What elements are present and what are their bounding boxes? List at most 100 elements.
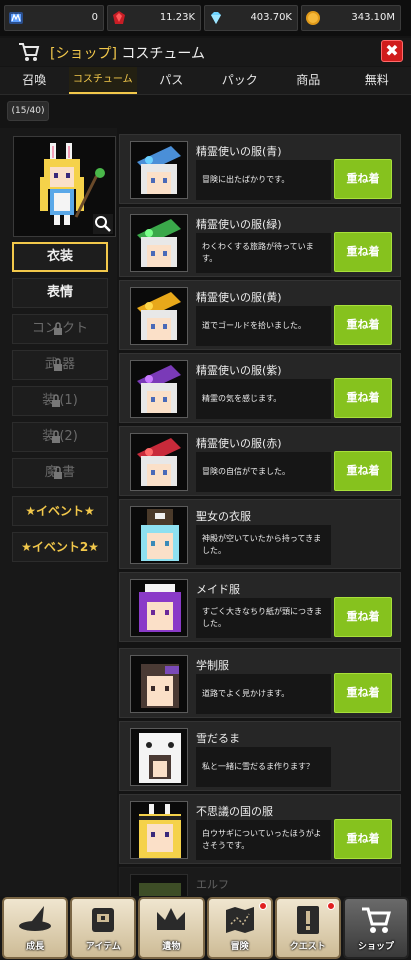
shop-tabs: 召喚 コスチューム パス パック 商品 無料 xyxy=(0,67,411,95)
costume-name: 精霊使いの服(黄) xyxy=(196,291,282,304)
wear-button[interactable]: 重ね着 xyxy=(334,597,392,637)
character-preview xyxy=(13,136,116,237)
wear-button[interactable]: 重ね着 xyxy=(334,451,392,491)
nav-relic[interactable]: 遺物 xyxy=(138,897,205,959)
lock-icon xyxy=(52,430,60,443)
page-title: [ショップ] コスチューム xyxy=(50,43,205,63)
crown-icon xyxy=(157,908,186,930)
costume-name: メイド服 xyxy=(196,583,240,596)
costume-item: 学制服 道路でよく見かけます。 重ね着 xyxy=(119,648,401,718)
diamond-value: 403.70K xyxy=(250,12,292,23)
tab-summon[interactable]: 召喚 xyxy=(0,67,69,94)
nav-shop-label: ショップ xyxy=(357,942,394,952)
ruby-icon xyxy=(113,11,125,24)
resource-ruby: 11.23K xyxy=(107,5,201,31)
costume-name: 不思議の国の服 xyxy=(196,805,273,818)
costume-description-text: 冒険の自信がでました。 xyxy=(202,467,290,476)
page-title-text: コスチューム xyxy=(121,46,205,62)
close-button[interactable]: ✖ xyxy=(381,40,403,62)
costume-item: 精霊使いの服(青) 冒険に出たばかりです。 重ね着 xyxy=(119,134,401,204)
costume-thumbnail xyxy=(130,360,188,418)
costume-name: 精霊使いの服(青) xyxy=(196,145,282,158)
wear-button[interactable]: 重ね着 xyxy=(334,232,392,272)
category-sidebar: 衣装 表情 コン クト 武 器 装 (1) 装 (2) 魔 書 ★イベント★ ★… xyxy=(0,128,117,896)
costume-item: 精霊使いの服(紫) 精霊の気を感じます。 重ね着 xyxy=(119,353,401,423)
costume-item: 雪だるま 私と一緒に雪だるま作ります？ xyxy=(119,721,401,791)
nav-shop[interactable]: ショップ xyxy=(342,897,410,959)
wear-button[interactable]: 重ね着 xyxy=(334,819,392,859)
nav-relic-label: 遺物 xyxy=(162,942,181,952)
nav-growth[interactable]: 成長 xyxy=(2,897,69,959)
wear-button[interactable]: 重ね着 xyxy=(334,673,392,713)
page-title-bracket: [ショップ] xyxy=(50,46,117,62)
category-expression[interactable]: 表情 xyxy=(12,278,108,308)
blue-gem-icon xyxy=(9,12,23,24)
costume-description: 道路でよく見かけます。 xyxy=(196,674,331,714)
hat-icon xyxy=(19,906,52,931)
costume-name: 学制服 xyxy=(196,659,229,672)
costume-item: 精霊使いの服(黄) 道でゴールドを拾いました。 重ね着 xyxy=(119,280,401,350)
tab-pass[interactable]: パス xyxy=(137,67,206,94)
costume-counter: (15/40) xyxy=(7,101,49,121)
costume-description-text: 冒険に出たばかりです。 xyxy=(202,175,290,184)
category-event2[interactable]: ★イベント2★ xyxy=(12,532,108,562)
tab-free[interactable]: 無料 xyxy=(343,67,411,94)
costume-thumbnail xyxy=(130,214,188,272)
exclamation-icon xyxy=(296,906,319,934)
nav-quest[interactable]: クエスト xyxy=(274,897,341,959)
resource-diamond: 403.70K xyxy=(204,5,298,31)
nav-item[interactable]: アイテム xyxy=(70,897,137,959)
magnifier-icon xyxy=(95,216,111,232)
nav-adventure[interactable]: 冒険 xyxy=(206,897,273,959)
costume-item: 精霊使いの服(緑) わくわくする旅路が待っています。 重ね着 xyxy=(119,207,401,277)
close-icon: ✖ xyxy=(385,41,399,60)
wear-button[interactable]: 重ね着 xyxy=(334,378,392,418)
shop-header: [ショップ] コスチューム ✖ xyxy=(0,38,411,66)
chest-icon xyxy=(92,908,115,932)
costume-description: 冒険に出たばかりです。 xyxy=(196,160,331,200)
tab-pack[interactable]: パック xyxy=(206,67,275,94)
costume-description: 白ウサギについていったほうがよさそうです。 xyxy=(196,820,331,860)
costume-description: 私と一緒に雪だるま作ります？ xyxy=(196,747,331,787)
lock-icon xyxy=(54,358,62,371)
costume-description: 道でゴールドを拾いました。 xyxy=(196,306,331,346)
lock-icon xyxy=(52,394,60,407)
cart-icon xyxy=(361,907,391,933)
costume-thumbnail xyxy=(130,287,188,345)
notification-badge xyxy=(326,902,335,910)
costume-name: エルフ xyxy=(196,878,229,891)
costume-description: わくわくする旅路が待っています。 xyxy=(196,233,331,273)
costume-name: 精霊使いの服(赤) xyxy=(196,437,282,450)
nav-growth-label: 成長 xyxy=(26,942,45,952)
blue-gem-value: 0 xyxy=(91,12,98,23)
costume-description-text: 神殿が空いていたから持ってきました。 xyxy=(202,534,322,555)
wear-button[interactable]: 重ね着 xyxy=(334,305,392,345)
diamond-icon xyxy=(211,12,221,24)
tab-goods[interactable]: 商品 xyxy=(274,67,343,94)
coin-value: 343.10M xyxy=(351,12,395,23)
nav-quest-label: クエスト xyxy=(289,942,326,952)
category-costume[interactable]: 衣装 xyxy=(12,242,108,272)
costume-thumbnail xyxy=(130,506,188,564)
costume-name: 雪だるま xyxy=(196,732,240,745)
resource-bar: 0 11.23K 403.70K 343.10M xyxy=(0,0,411,36)
costume-description-text: 道路でよく見かけます。 xyxy=(202,689,290,698)
costume-item: メイド服 すごく大きなちり紙が頭につきました。 重ね着 xyxy=(119,572,401,642)
costume-item: エルフ xyxy=(119,867,401,896)
costume-thumbnail xyxy=(130,141,188,199)
resource-coin: 343.10M xyxy=(301,5,401,31)
category-event1[interactable]: ★イベント★ xyxy=(12,496,108,526)
wear-button[interactable]: 重ね着 xyxy=(334,159,392,199)
costume-name: 精霊使いの服(紫) xyxy=(196,364,282,377)
lock-icon xyxy=(54,322,62,335)
cart-icon xyxy=(19,43,40,61)
zoom-button[interactable] xyxy=(93,214,113,234)
costume-item: 不思議の国の服 白ウサギについていったほうがよさそうです。 重ね着 xyxy=(119,794,401,864)
costume-thumbnail xyxy=(130,433,188,491)
map-icon xyxy=(225,907,254,933)
tab-costume[interactable]: コスチューム xyxy=(68,67,137,94)
nav-item-label: アイテム xyxy=(85,942,121,952)
costume-description-text: 白ウサギについていったほうがよさそうです。 xyxy=(202,829,322,850)
costume-description-text: すごく大きなちり紙が頭につきました。 xyxy=(202,607,322,628)
notification-badge xyxy=(258,902,267,910)
